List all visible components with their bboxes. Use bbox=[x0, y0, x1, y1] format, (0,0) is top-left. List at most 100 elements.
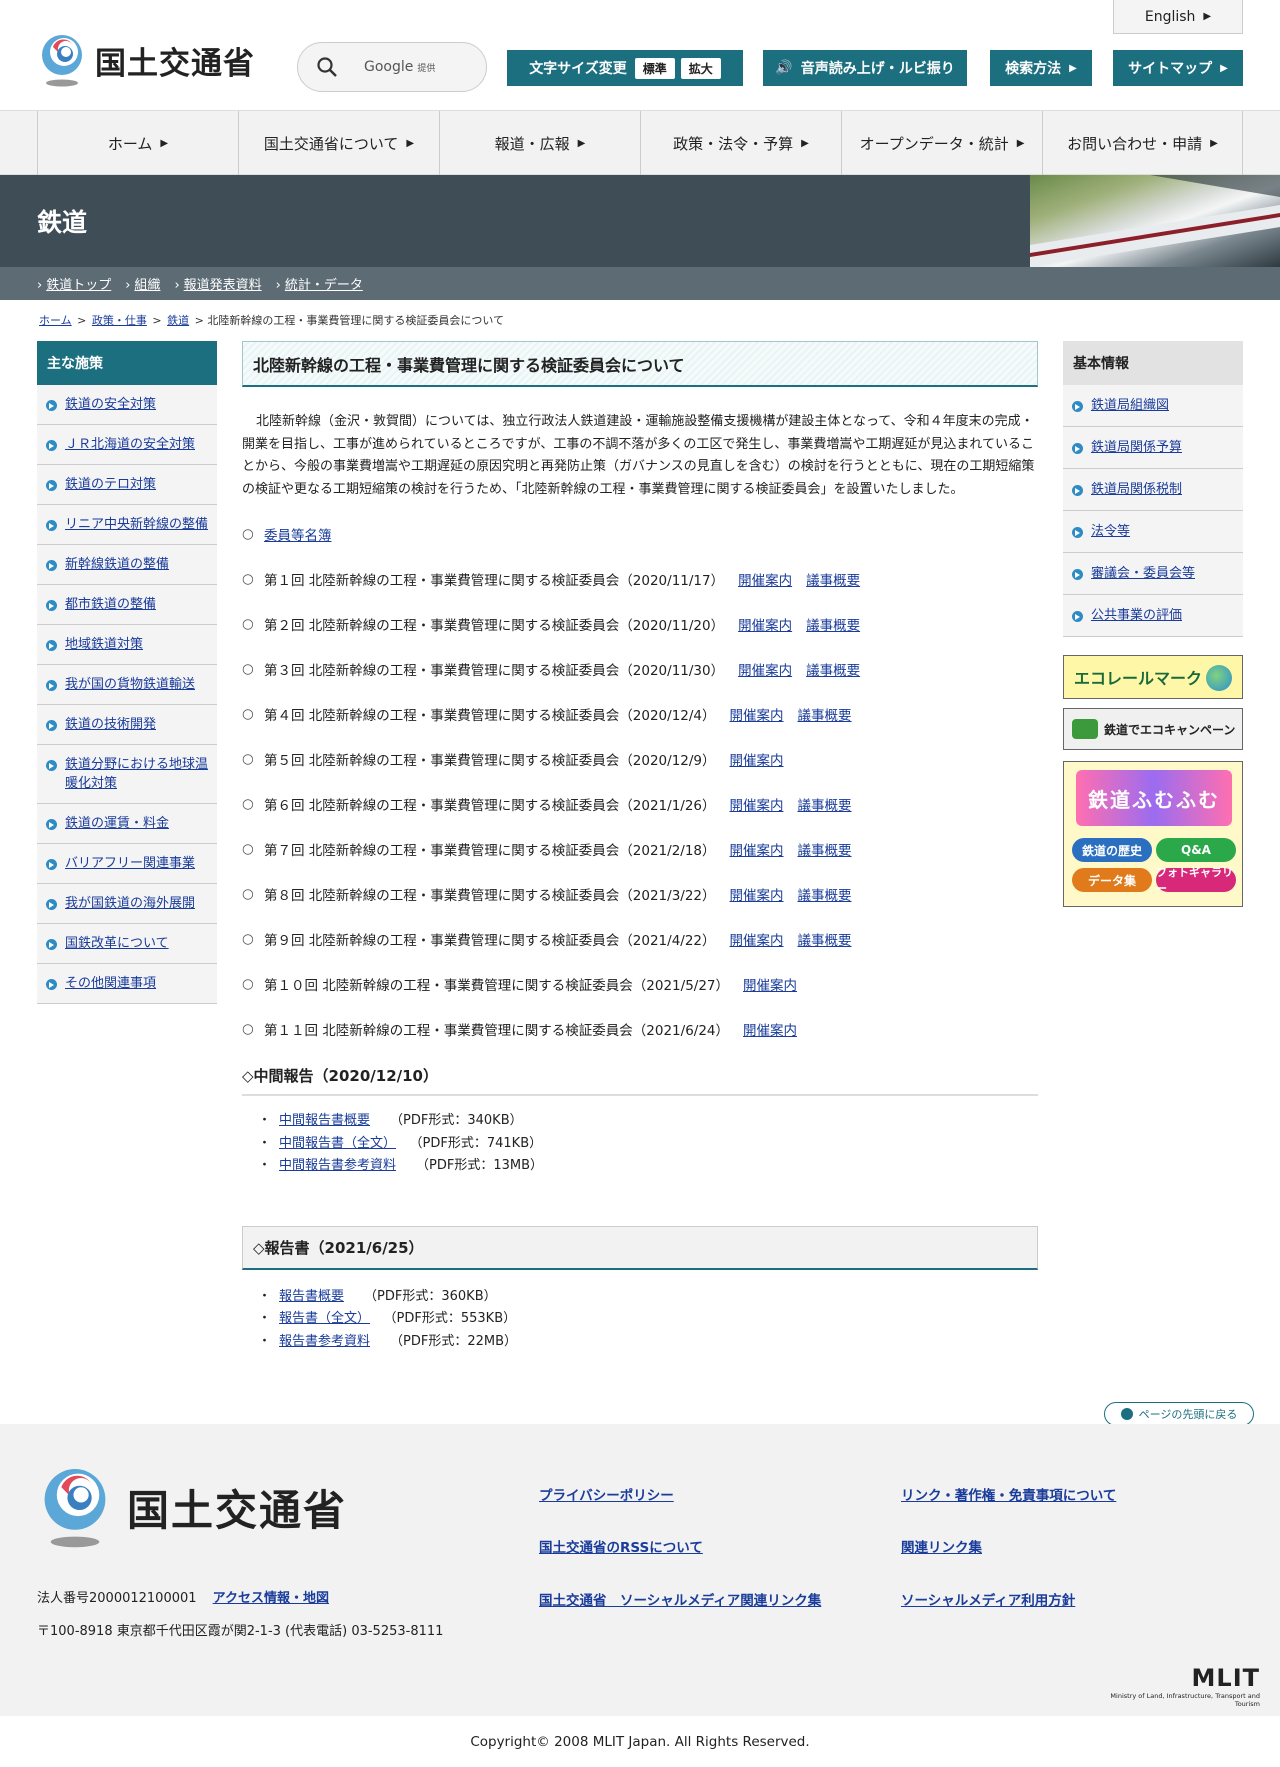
rail-history-button[interactable]: 鉄道の歴史 bbox=[1072, 838, 1152, 862]
sidebar-item[interactable]: 審議会・委員会等 bbox=[1063, 553, 1243, 595]
meeting-notice-link[interactable]: 開催案内 bbox=[730, 704, 784, 724]
kids-banner-title[interactable]: 鉄道ふむふむ bbox=[1076, 770, 1232, 826]
meeting-notice-link[interactable]: 開催案内 bbox=[730, 839, 784, 859]
qa-button[interactable]: Q&A bbox=[1156, 838, 1236, 862]
sidebar-item[interactable]: 鉄道局組織図 bbox=[1063, 385, 1243, 427]
meeting-summary-link[interactable]: 議事概要 bbox=[798, 794, 852, 814]
sidebar-item[interactable]: 鉄道分野における地球温暖化対策 bbox=[37, 745, 217, 804]
subnav-rail-top[interactable]: 鉄道トップ bbox=[37, 274, 111, 293]
access-map-link[interactable]: アクセス情報・地図 bbox=[213, 1591, 329, 1606]
meeting-summary-link[interactable]: 議事概要 bbox=[798, 929, 852, 949]
rss-link[interactable]: 国土交通省のRSSについて bbox=[539, 1536, 703, 1556]
search-method-button[interactable]: 検索方法 ▶ bbox=[990, 50, 1092, 86]
subnav-press-releases[interactable]: 報道発表資料 bbox=[174, 274, 262, 293]
members-link[interactable]: 委員等名簿 bbox=[264, 524, 332, 544]
meeting-notice-link[interactable]: 開催案内 bbox=[738, 569, 792, 589]
sidebar-item[interactable]: 鉄道局関係税制 bbox=[1063, 469, 1243, 511]
font-size-standard-button[interactable]: 標準 bbox=[634, 57, 675, 79]
sidebar-item[interactable]: 我が国の貨物鉄道輸送 bbox=[37, 665, 217, 705]
photo-gallery-button[interactable]: フォトギャラリー bbox=[1156, 866, 1236, 895]
gnav-contact[interactable]: お問い合わせ・申請 ▶ bbox=[1042, 111, 1243, 175]
meeting-notice-link[interactable]: 開催案内 bbox=[730, 929, 784, 949]
english-link[interactable]: English ▶ bbox=[1113, 0, 1243, 34]
sidebar-item[interactable]: 公共事業の評価 bbox=[1063, 595, 1243, 637]
sidebar-item[interactable]: 国鉄改革について bbox=[37, 924, 217, 964]
pdf-link[interactable]: 報告書参考資料 bbox=[279, 1334, 370, 1349]
breadcrumb-home[interactable]: ホーム bbox=[39, 314, 72, 327]
privacy-policy-link[interactable]: プライバシーポリシー bbox=[539, 1484, 674, 1504]
gnav-about[interactable]: 国土交通省について ▶ bbox=[238, 111, 439, 175]
pdf-link[interactable]: 報告書（全文） bbox=[279, 1311, 370, 1326]
arrow-right-icon: ▶ bbox=[406, 137, 415, 149]
list-item: ・中間報告書（全文） （PDF形式：741KB） bbox=[258, 1135, 543, 1151]
subnav-statistics[interactable]: 統計・データ bbox=[276, 274, 363, 293]
meeting-summary-link[interactable]: 議事概要 bbox=[798, 839, 852, 859]
social-media-links-link[interactable]: 国土交通省 ソーシャルメディア関連リンク集 bbox=[539, 1589, 821, 1609]
site-logo[interactable]: 国土交通省 bbox=[37, 33, 255, 87]
meeting-row: ○ 第６回 北陸新幹線の工程・事業費管理に関する検証委員会（2021/1/26）開… bbox=[242, 794, 852, 814]
subnav-organization[interactable]: 組織 bbox=[125, 274, 160, 293]
meeting-notice-link[interactable]: 開催案内 bbox=[738, 614, 792, 634]
gnav-press[interactable]: 報道・広報 ▶ bbox=[439, 111, 640, 175]
sidebar-item[interactable]: バリアフリー関連事業 bbox=[37, 844, 217, 884]
sitemap-button[interactable]: サイトマップ ▶ bbox=[1113, 50, 1243, 86]
sidebar-item[interactable]: リニア中央新幹線の整備 bbox=[37, 505, 217, 545]
pdf-link[interactable]: 中間報告書概要 bbox=[279, 1113, 370, 1128]
sidebar-item[interactable]: 鉄道の運賃・料金 bbox=[37, 804, 217, 844]
sidebar-item[interactable]: 法令等 bbox=[1063, 511, 1243, 553]
meeting-summary-link[interactable]: 議事概要 bbox=[806, 659, 860, 679]
gnav-opendata[interactable]: オープンデータ・統計 ▶ bbox=[841, 111, 1042, 175]
font-size-control: 文字サイズ変更 標準 拡大 bbox=[507, 50, 743, 86]
meeting-notice-link[interactable]: 開催案内 bbox=[738, 659, 792, 679]
breadcrumb-policy[interactable]: 政策・仕事 bbox=[92, 314, 147, 327]
list-item: ・報告書（全文） （PDF形式：553KB） bbox=[258, 1311, 517, 1326]
global-nav: ホーム ▶ 国土交通省について ▶ 報道・広報 ▶ 政策・法令・予算 ▶ オープンデータ… bbox=[0, 111, 1280, 175]
gnav-home[interactable]: ホーム ▶ bbox=[37, 111, 238, 175]
sidebar-heading: 基本情報 bbox=[1063, 341, 1243, 385]
pdf-link[interactable]: 中間報告書（全文） bbox=[279, 1136, 396, 1151]
sidebar-item[interactable]: 我が国鉄道の海外展開 bbox=[37, 884, 217, 924]
pdf-link[interactable]: 中間報告書参考資料 bbox=[279, 1158, 396, 1173]
meeting-notice-link[interactable]: 開催案内 bbox=[743, 1019, 797, 1039]
eco-rail-mark-banner[interactable]: エコレールマーク bbox=[1063, 655, 1243, 699]
pdf-link[interactable]: 報告書概要 bbox=[279, 1289, 344, 1304]
sidebar-item[interactable]: 鉄道のテロ対策 bbox=[37, 465, 217, 505]
final-report-heading: ◇報告書（2021/6/25） bbox=[242, 1225, 1038, 1270]
search-box[interactable]: Google 提供 bbox=[297, 42, 487, 92]
arrow-right-icon: ▶ bbox=[1203, 11, 1212, 22]
related-links-link[interactable]: 関連リンク集 bbox=[901, 1536, 982, 1556]
meeting-summary-link[interactable]: 議事概要 bbox=[798, 884, 852, 904]
meeting-notice-link[interactable]: 開催案内 bbox=[730, 794, 784, 814]
meeting-row: ○ 第７回 北陸新幹線の工程・事業費管理に関する検証委員会（2021/2/18）開… bbox=[242, 839, 852, 859]
eco-campaign-banner[interactable]: 鉄道でエコキャンペーン bbox=[1063, 708, 1243, 750]
meeting-summary-link[interactable]: 議事概要 bbox=[798, 704, 852, 724]
sidebar-item[interactable]: 鉄道の安全対策 bbox=[37, 385, 217, 425]
sidebar-item[interactable]: 都市鉄道の整備 bbox=[37, 585, 217, 625]
font-size-large-button[interactable]: 拡大 bbox=[680, 57, 721, 79]
footer-logo-text: 国土交通省 bbox=[127, 1485, 348, 1535]
meeting-row: ○ 第３回 北陸新幹線の工程・事業費管理に関する検証委員会（2020/11/30）… bbox=[242, 659, 861, 679]
social-media-policy-link[interactable]: ソーシャルメディア利用方針 bbox=[901, 1589, 1075, 1609]
footer-logo[interactable]: 国土交通省 bbox=[37, 1466, 347, 1548]
list-item: ・中間報告書参考資料 （PDF形式：13MB） bbox=[258, 1158, 544, 1173]
gnav-policy[interactable]: 政策・法令・予算 ▶ bbox=[640, 111, 841, 175]
sidebar-item[interactable]: その他関連事項 bbox=[37, 964, 217, 1004]
sidebar-item[interactable]: 地域鉄道対策 bbox=[37, 625, 217, 665]
meeting-notice-link[interactable]: 開催案内 bbox=[730, 884, 784, 904]
logo-text: 国土交通省 bbox=[95, 45, 255, 82]
meeting-summary-link[interactable]: 議事概要 bbox=[806, 569, 860, 589]
sidebar-item[interactable]: ＪＲ北海道の安全対策 bbox=[37, 425, 217, 465]
sidebar-item[interactable]: 鉄道局関係予算 bbox=[1063, 427, 1243, 469]
copyright-disclaimer-link[interactable]: リンク・著作権・免責事項について bbox=[901, 1484, 1116, 1504]
corporate-number: 法人番号2000012100001 アクセス情報・地図 bbox=[37, 1591, 330, 1606]
meeting-summary-link[interactable]: 議事概要 bbox=[806, 614, 860, 634]
meeting-notice-link[interactable]: 開催案内 bbox=[743, 974, 797, 994]
copyright: Copyright© 2008 MLIT Japan. All Rights R… bbox=[0, 1716, 1280, 1767]
data-collection-button[interactable]: データ集 bbox=[1072, 868, 1152, 892]
back-to-top-button[interactable]: ページの先頭に戻る bbox=[1104, 1402, 1254, 1426]
voice-ruby-button[interactable]: 🔊 音声読み上げ・ルビ振り bbox=[763, 50, 967, 86]
breadcrumb-rail[interactable]: 鉄道 bbox=[167, 314, 189, 327]
sidebar-item[interactable]: 新幹線鉄道の整備 bbox=[37, 545, 217, 585]
sidebar-item[interactable]: 鉄道の技術開発 bbox=[37, 705, 217, 745]
meeting-notice-link[interactable]: 開催案内 bbox=[730, 749, 784, 769]
